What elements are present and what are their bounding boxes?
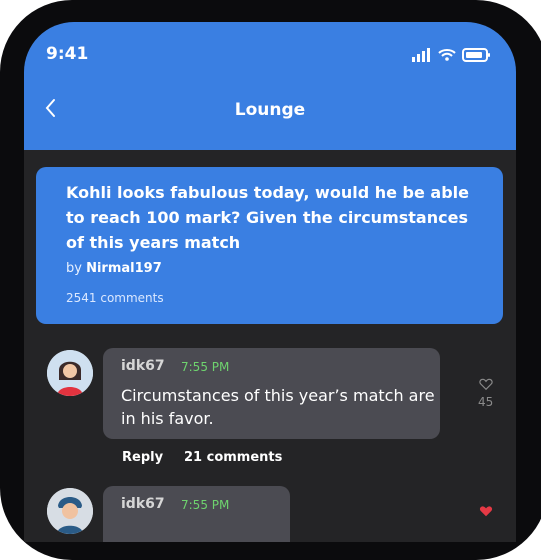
comment-bubble: idk67 7:55 PM Circumstances of this year…: [103, 348, 440, 439]
page-title: Lounge: [234, 100, 306, 120]
comment-timestamp: 7:55 PM: [181, 360, 230, 374]
signal-icon: [412, 48, 430, 62]
reply-button[interactable]: Reply: [122, 450, 163, 465]
battery-icon: [462, 48, 490, 62]
post-author[interactable]: Nirmal197: [86, 261, 162, 276]
avatar-male[interactable]: [47, 488, 93, 534]
post-card[interactable]: Kohli looks fabulous today, would he be …: [36, 167, 503, 324]
status-time: 9:41: [46, 44, 89, 64]
like-count: 45: [478, 395, 494, 409]
post-author-line: by Nirmal197: [66, 261, 162, 276]
screen: 9:41 Lounge Kohli looks fabulous today, …: [24, 22, 516, 542]
comment-text: Circumstances of this year’s match are i…: [121, 386, 435, 428]
header: 9:41 Lounge: [24, 22, 516, 150]
heart-outline-icon[interactable]: [479, 377, 493, 391]
comment-username[interactable]: idk67: [121, 496, 165, 512]
comments-count-link[interactable]: 21 comments: [184, 450, 282, 465]
status-icons: [412, 48, 492, 62]
post-title: Kohli looks fabulous today, would he be …: [66, 183, 469, 252]
phone-frame: 9:41 Lounge Kohli looks fabulous today, …: [0, 0, 541, 560]
comment-username[interactable]: idk67: [121, 358, 165, 374]
post-by-prefix: by: [66, 261, 82, 276]
comment-bubble: idk67 7:55 PM: [103, 486, 290, 542]
user-avatar-icon: [47, 350, 93, 396]
heart-filled-icon[interactable]: [479, 504, 493, 518]
user-avatar-icon: [47, 488, 93, 534]
wifi-icon: [438, 49, 456, 61]
post-comments-count: 2541 comments: [66, 291, 164, 305]
comment-timestamp: 7:55 PM: [181, 498, 230, 512]
avatar-female[interactable]: [47, 350, 93, 396]
